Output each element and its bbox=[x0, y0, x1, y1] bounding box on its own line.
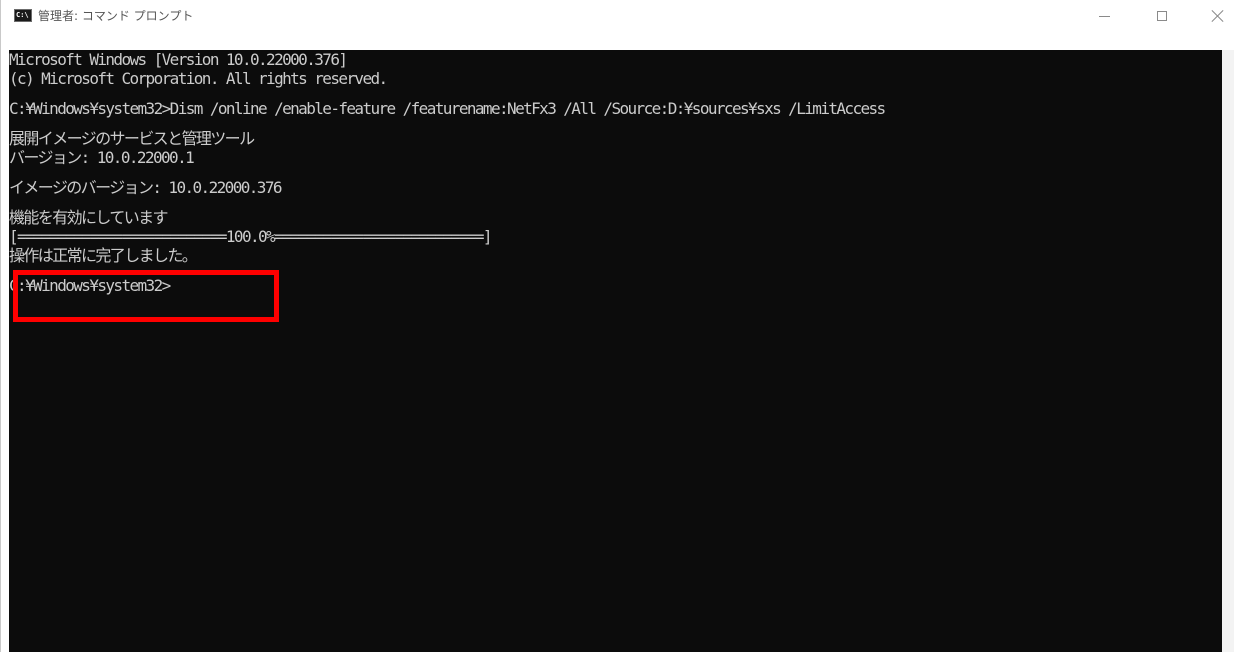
console-line: C:¥Windows¥system32>Dism /online /enable… bbox=[9, 99, 886, 118]
scrollbar[interactable] bbox=[1222, 50, 1234, 652]
window-title: 管理者: コマンド プロンプト bbox=[38, 9, 194, 23]
console-line: (c) Microsoft Corporation. All rights re… bbox=[9, 69, 388, 88]
progress-line: [==========================100.0%=======… bbox=[9, 227, 493, 246]
console-line: Microsoft Windows [Version 10.0.22000.37… bbox=[9, 50, 348, 69]
title-bar[interactable]: C:\ 管理者: コマンド プロンプト bbox=[1, 0, 1234, 32]
console-line: 展開イメージのサービスと管理ツール bbox=[9, 129, 255, 148]
minimize-button[interactable] bbox=[1081, 0, 1127, 32]
console-line: 機能を有効にしています bbox=[9, 208, 169, 227]
maximize-icon bbox=[1157, 11, 1167, 21]
minimize-icon bbox=[1098, 15, 1110, 17]
close-icon bbox=[1211, 9, 1225, 23]
close-button[interactable] bbox=[1195, 0, 1234, 32]
command-prompt-window: C:\ 管理者: コマンド プロンプト Microsoft Windows [V… bbox=[0, 0, 1234, 652]
console-line: イメージのバージョン: 10.0.22000.376 bbox=[9, 178, 282, 197]
maximize-button[interactable] bbox=[1139, 0, 1185, 32]
console-line: バージョン: 10.0.22000.1 bbox=[9, 148, 195, 167]
cmd-icon: C:\ bbox=[14, 9, 32, 22]
success-message: 操作は正常に完了しました。 bbox=[9, 246, 198, 265]
console-output[interactable]: Microsoft Windows [Version 10.0.22000.37… bbox=[9, 50, 1222, 652]
highlight-annotation bbox=[13, 270, 279, 322]
